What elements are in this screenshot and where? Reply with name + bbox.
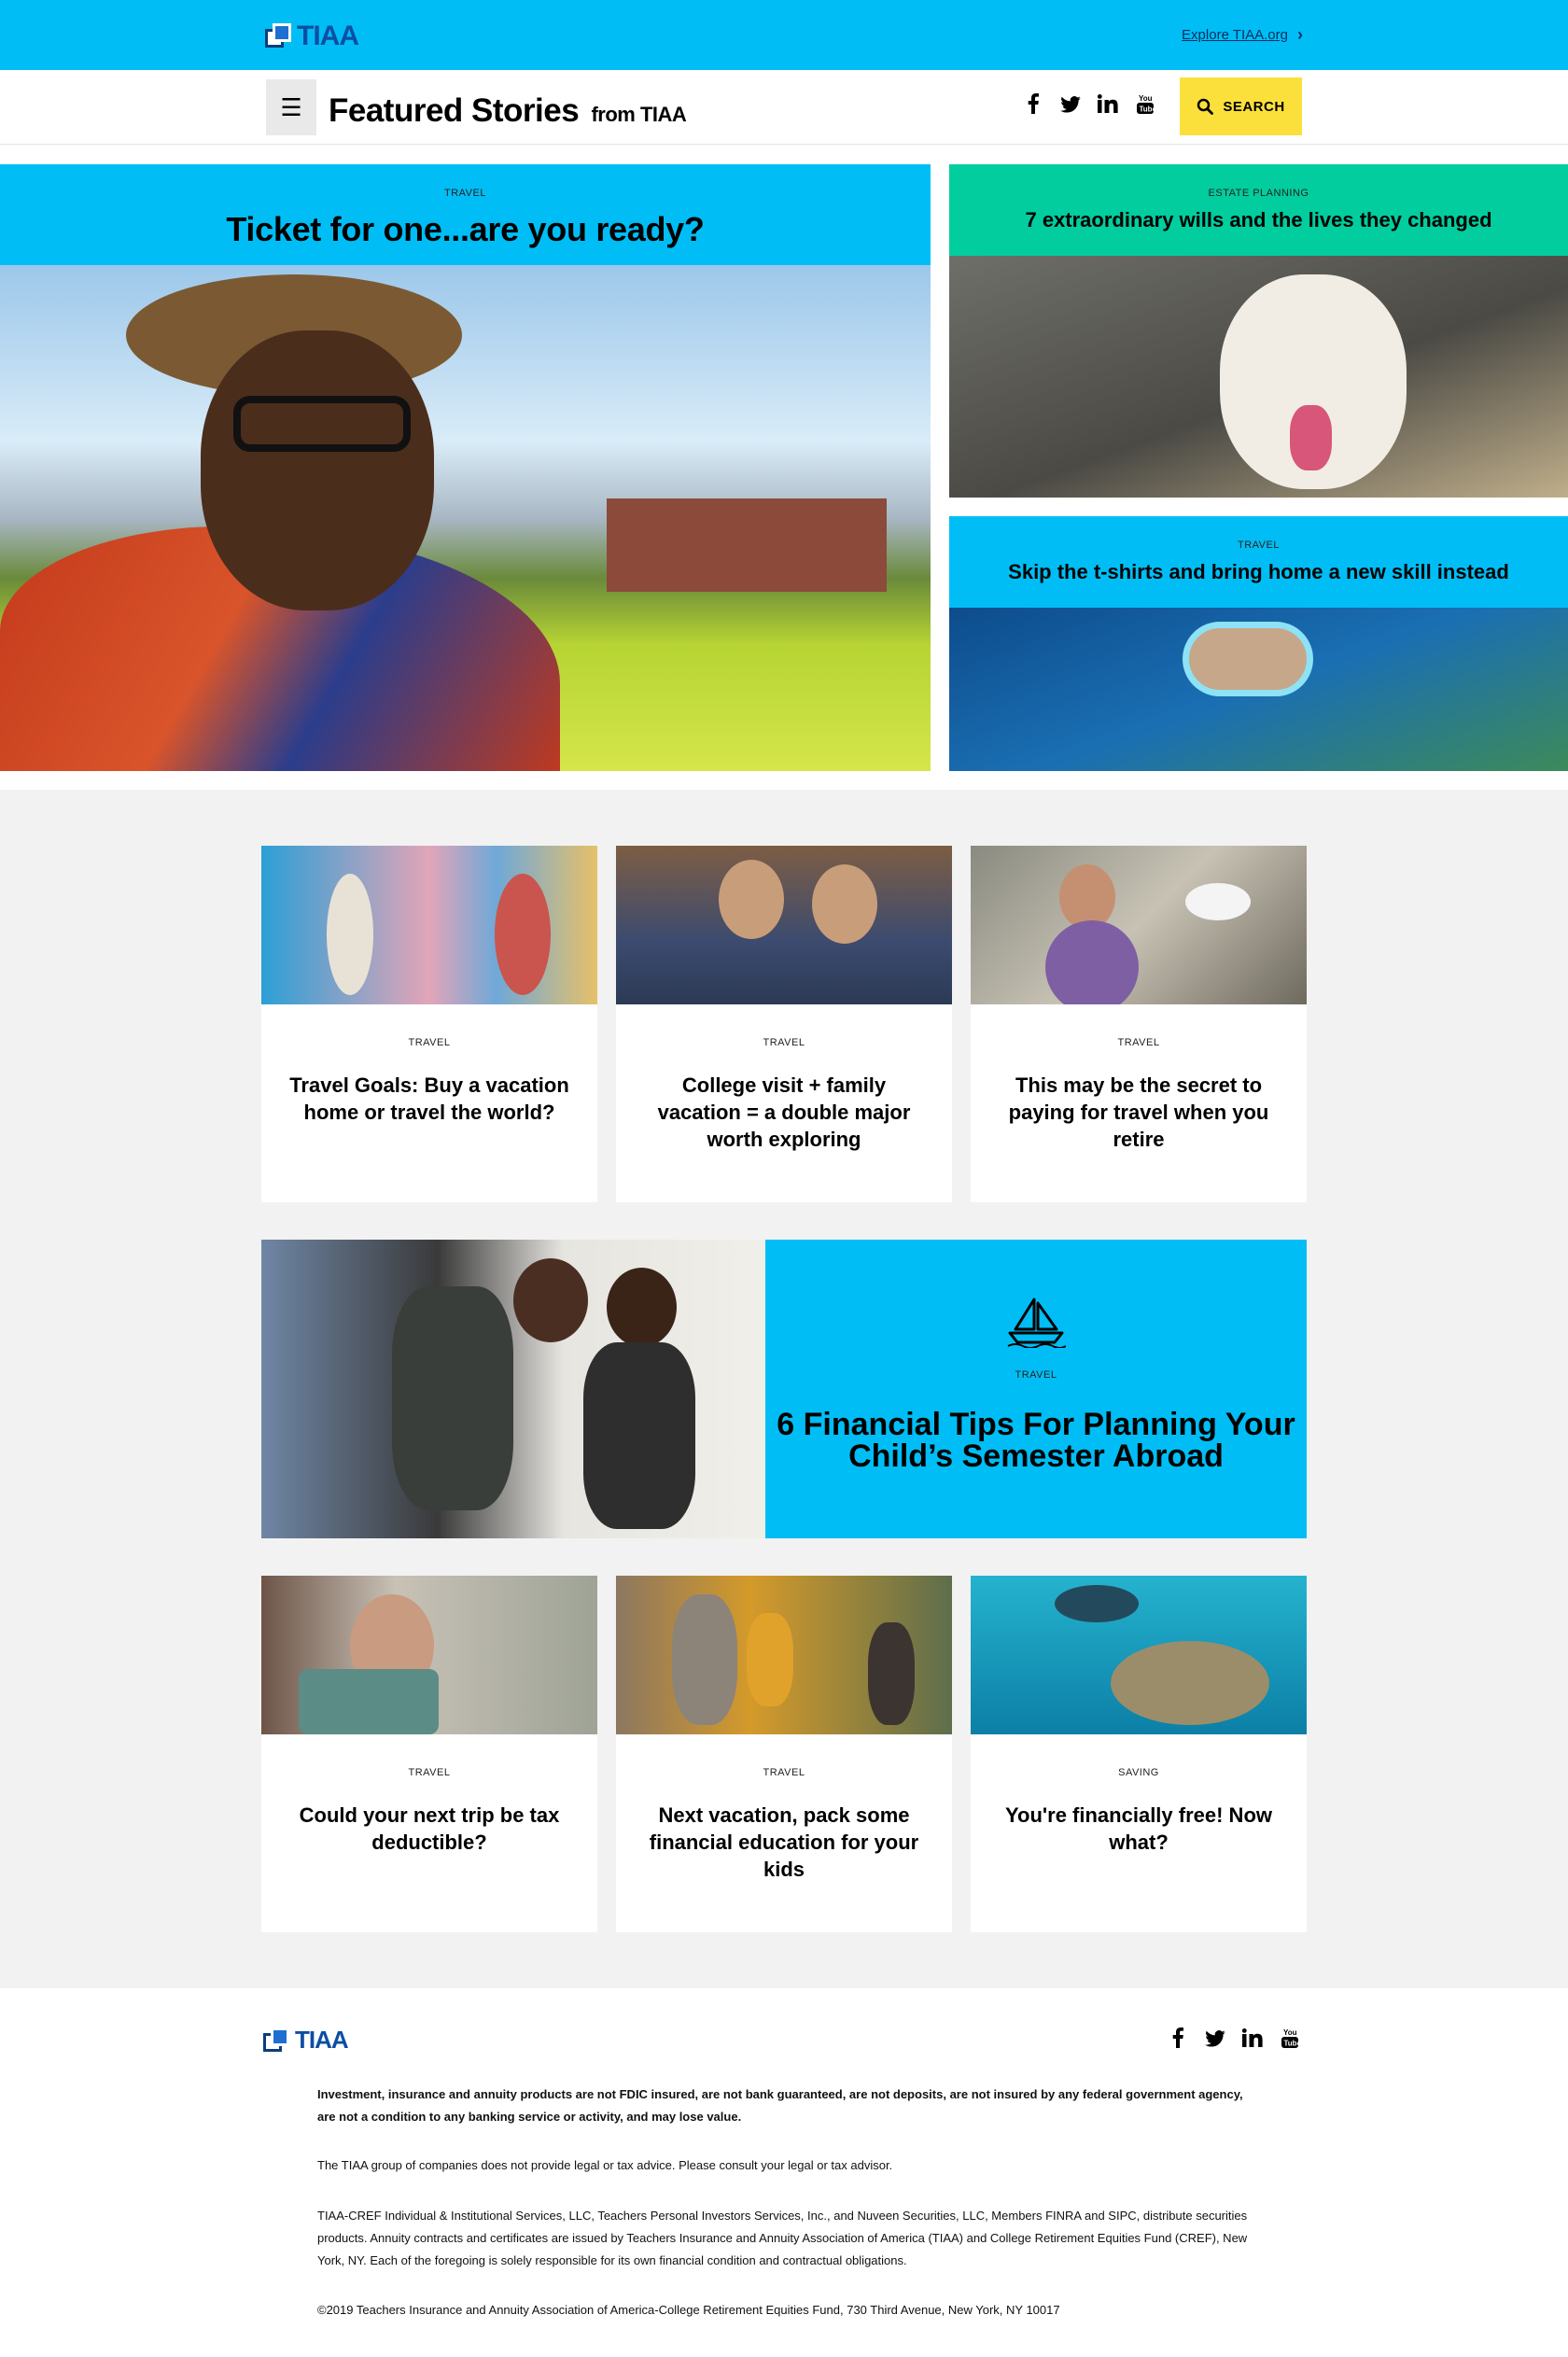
search-button[interactable]: SEARCH: [1180, 77, 1302, 135]
svg-text:You: You: [1139, 94, 1153, 103]
hikers-photo: [971, 846, 1307, 1004]
story-category: TRAVEL: [763, 1037, 805, 1048]
youtube-icon[interactable]: You Tube: [1280, 2027, 1302, 2054]
header-social-links: You Tube: [1023, 93, 1157, 119]
site-title: Featured Stories from TIAA: [329, 92, 687, 130]
vacation-friends-photo: [261, 846, 597, 1004]
story-category: TRAVEL: [1117, 1037, 1160, 1048]
facebook-icon[interactable]: [1023, 93, 1043, 119]
hamburger-icon: ☰: [280, 92, 302, 121]
twitter-icon[interactable]: [1060, 94, 1081, 119]
story-card[interactable]: TRAVEL This may be the secret to paying …: [971, 846, 1307, 1202]
story-category: TRAVEL: [444, 188, 486, 199]
story-title: Next vacation, pack some financial educa…: [649, 1803, 919, 1881]
feature-panel: TRAVEL 6 Financial Tips For Planning You…: [765, 1240, 1307, 1538]
site-title-main: Featured Stories: [329, 92, 580, 129]
story-card[interactable]: TRAVEL College visit + family vacation =…: [616, 846, 952, 1202]
diver-photo: [949, 608, 1568, 771]
svg-text:Tube: Tube: [1284, 2040, 1299, 2048]
hero-side1-banner: ESTATE PLANNING 7 extraordinary wills an…: [949, 164, 1568, 256]
story-title: This may be the secret to paying for tra…: [1008, 1073, 1269, 1151]
story-title: Travel Goals: Buy a vacation home or tra…: [289, 1073, 569, 1124]
svg-text:Tube: Tube: [1140, 105, 1155, 114]
dog-photo: [949, 256, 1568, 498]
twitter-icon[interactable]: [1205, 2028, 1225, 2053]
story-category: TRAVEL: [1238, 540, 1280, 551]
top-bar: TIAA Explore TIAA.org ›: [0, 0, 1568, 70]
story-title: Ticket for one...are you ready?: [226, 210, 705, 248]
story-category: TRAVEL: [763, 1767, 805, 1778]
sailboat-icon: [1007, 1298, 1067, 1349]
copyright: ©2019 Teachers Insurance and Annuity Ass…: [317, 2303, 1060, 2317]
tiaa-logo[interactable]: TIAA: [265, 21, 359, 52]
tiaa-logo-icon: [265, 23, 293, 49]
story-title: Skip the t-shirts and bring home a new s…: [1008, 560, 1509, 583]
story-title: 7 extraordinary wills and the lives they…: [1025, 208, 1492, 231]
fdic-disclaimer: Investment, insurance and annuity produc…: [317, 2087, 1243, 2124]
tiaa-logo-text: TIAA: [295, 2026, 349, 2054]
story-category: ESTATE PLANNING: [1208, 188, 1309, 199]
footer-social-links: You Tube: [1168, 2027, 1302, 2054]
hero-story-estate[interactable]: ESTATE PLANNING 7 extraordinary wills an…: [949, 164, 1568, 498]
story-category: TRAVEL: [408, 1037, 451, 1048]
story-title: You're financially free! Now what?: [1005, 1803, 1272, 1854]
securities-notice: TIAA-CREF Individual & Institutional Ser…: [317, 2209, 1248, 2267]
sea-turtle-photo: [971, 1576, 1307, 1734]
traveler-photo: [0, 265, 931, 771]
story-category: TRAVEL: [408, 1767, 451, 1778]
story-card[interactable]: TRAVEL Could your next trip be tax deduc…: [261, 1576, 597, 1932]
linkedin-icon[interactable]: [1241, 2028, 1263, 2053]
story-category: SAVING: [1118, 1767, 1159, 1778]
chevron-right-icon: ›: [1297, 25, 1303, 44]
search-label: SEARCH: [1223, 98, 1285, 115]
site-title-suffix: from TIAA: [591, 103, 687, 126]
youtube-icon[interactable]: You Tube: [1135, 93, 1157, 119]
menu-button[interactable]: ☰: [266, 79, 316, 135]
story-card[interactable]: TRAVEL Travel Goals: Buy a vacation home…: [261, 846, 597, 1202]
story-title: Could your next trip be tax deductible?: [299, 1803, 560, 1854]
site-header: ☰ Featured Stories from TIAA You Tube SEA…: [0, 70, 1568, 145]
father-son-photo: [616, 846, 952, 1004]
hero-main-banner: TRAVEL Ticket for one...are you ready?: [0, 164, 931, 265]
hero-side2-banner: TRAVEL Skip the t-shirts and bring home …: [949, 516, 1568, 608]
tax-advice-notice: The TIAA group of companies does not pro…: [317, 2158, 893, 2172]
window-woman-photo: [261, 1576, 597, 1734]
footer-tiaa-logo[interactable]: TIAA: [263, 2026, 349, 2055]
story-card[interactable]: TRAVEL Next vacation, pack some financia…: [616, 1576, 952, 1932]
homecoming-photo: [261, 1240, 765, 1538]
facebook-icon[interactable]: [1168, 2027, 1188, 2054]
explore-tiaa-label: Explore TIAA.org: [1182, 27, 1288, 43]
story-category: TRAVEL: [1015, 1369, 1057, 1381]
linkedin-icon[interactable]: [1097, 94, 1118, 119]
feature-story[interactable]: TRAVEL 6 Financial Tips For Planning You…: [261, 1240, 1307, 1538]
story-title: 6 Financial Tips For Planning Your Child…: [777, 1407, 1295, 1474]
site-footer: TIAA You Tube Investment, insurance and a…: [0, 1988, 1568, 2357]
hero-story-skill[interactable]: TRAVEL Skip the t-shirts and bring home …: [949, 516, 1568, 771]
story-title: College visit + family vacation = a doub…: [657, 1073, 911, 1151]
search-icon: [1197, 98, 1214, 115]
svg-text:You: You: [1283, 2028, 1297, 2037]
story-card[interactable]: SAVING You're financially free! Now what…: [971, 1576, 1307, 1932]
hero-story-main[interactable]: TRAVEL Ticket for one...are you ready?: [0, 164, 931, 771]
explore-tiaa-link[interactable]: Explore TIAA.org ›: [1182, 25, 1303, 45]
tiaa-logo-icon: [263, 2027, 291, 2054]
tiaa-logo-text: TIAA: [297, 21, 359, 51]
buddha-statues-photo: [616, 1576, 952, 1734]
